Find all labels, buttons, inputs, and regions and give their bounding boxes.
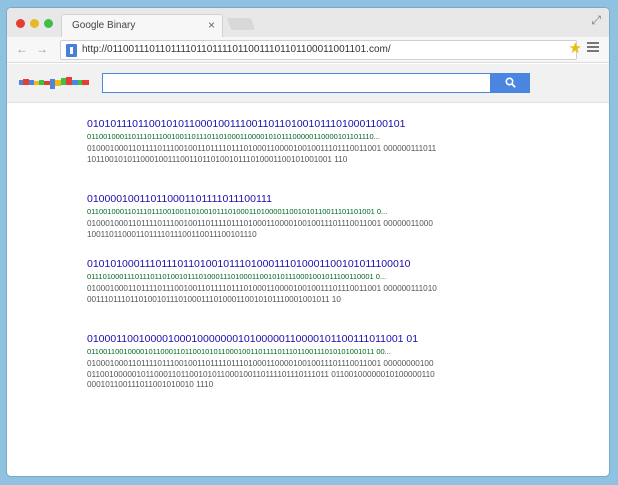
browser-window: Google Binary × ⤢ ← → http://01100111011… [7,8,609,476]
result-title-link[interactable]: 0101010001110111011010010111010001110100… [87,258,537,271]
search-icon [505,77,516,88]
result-item: 0101010001110111011010010111010001110100… [87,258,537,305]
result-title-link[interactable]: 010000100110110001101111011100111 [87,193,537,206]
url-text: http://011001110110111101101111011001110… [82,44,391,55]
result-title-link[interactable]: 0100011001000010001000000010100000110000… [87,333,537,346]
title-bar: Google Binary × ⤢ [7,8,609,37]
maximize-window-button[interactable] [44,19,53,28]
result-url: 0110010001101110111001001101001011101000… [87,207,388,216]
search-button[interactable] [491,73,530,93]
result-snippet: 0100010001101111011100100110111101110100… [87,359,435,389]
minimize-window-button[interactable] [30,19,39,28]
result-item: 0100011001000010001000000010100000110000… [87,333,537,391]
new-tab-button[interactable] [226,18,256,30]
tab-close-icon[interactable]: × [208,18,215,32]
search-header [7,64,609,103]
binary-logo[interactable] [19,77,89,90]
result-item: 010000100110110001101111011100111 011001… [87,193,537,240]
result-snippet: 0100010001101111011100100110111101110100… [87,284,437,304]
fullscreen-icon[interactable]: ⤢ [591,13,601,28]
result-item: 0101011101100101011000100111001101101001… [87,118,537,165]
result-url: 0110010001101110111001001101110110100011… [87,132,380,141]
forward-arrow-icon[interactable]: → [36,42,48,56]
browser-toolbar: ← → http://01100111011011110110111101100… [7,37,609,63]
browser-tab[interactable]: Google Binary × [61,14,223,37]
close-window-button[interactable] [16,19,25,28]
result-url: 0111010001110111011010010111010001110100… [87,272,387,281]
tab-title: Google Binary [72,20,136,31]
menu-icon[interactable] [587,42,599,52]
address-bar[interactable]: http://011001110110111101101111011001110… [60,40,577,60]
result-title-link[interactable]: 0101011101100101011000100111001101101001… [87,118,537,131]
bookmark-star-icon[interactable]: ★ [569,40,582,58]
back-arrow-icon[interactable]: ← [16,42,28,56]
search-input[interactable] [102,73,491,93]
page-info-icon[interactable] [66,44,77,57]
result-snippet: 0100010001101111011100100110111101110100… [87,144,437,164]
result-url: 0110011001000010110001101100101011000100… [87,347,391,356]
result-snippet: 0100010001101111011100100110111101110100… [87,219,433,239]
